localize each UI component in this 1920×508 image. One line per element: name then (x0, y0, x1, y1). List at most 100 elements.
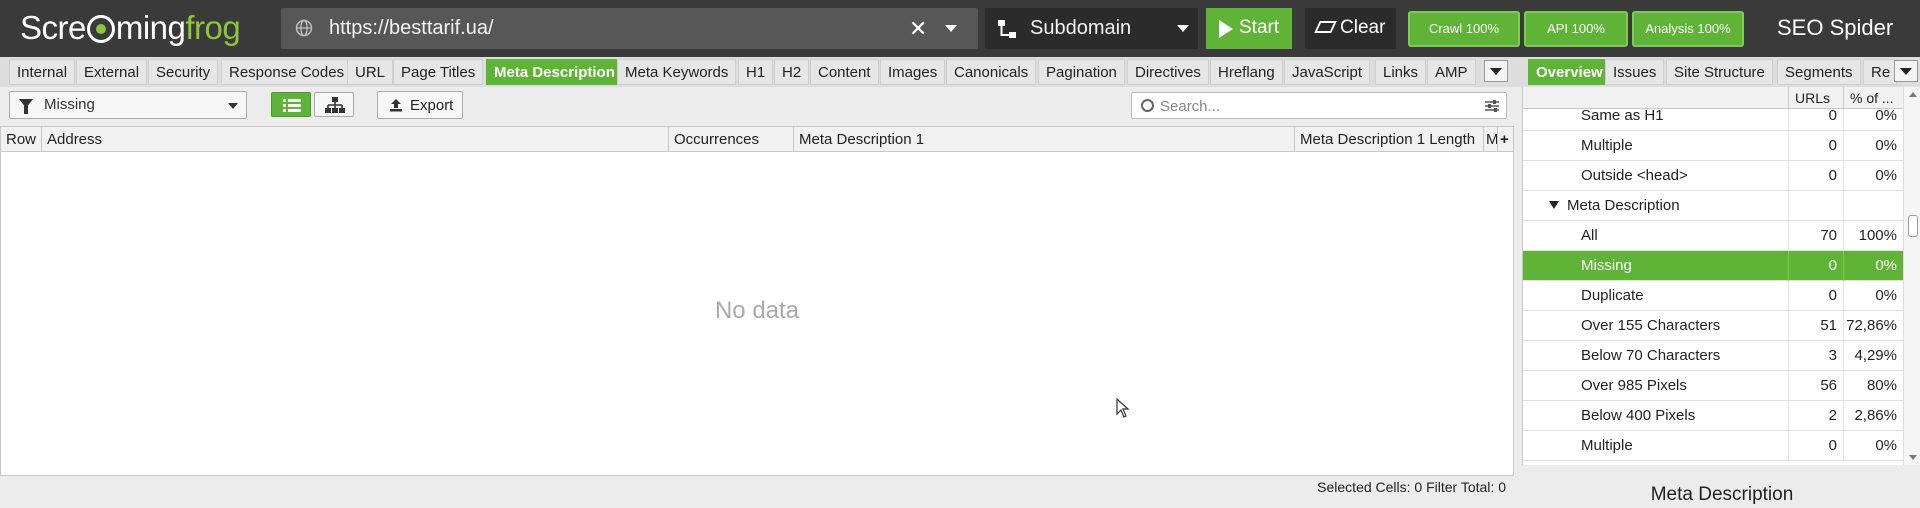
overview-row-text: Multiple (1581, 137, 1633, 154)
overview-row-urls (1789, 191, 1844, 221)
tab-internal[interactable]: Internal (9, 59, 76, 85)
overview-row-pct: 80% (1866, 377, 1897, 394)
chevron-down-icon (1177, 25, 1189, 32)
tab-content[interactable]: Content (810, 59, 879, 85)
table-header: Row Address Occurrences Meta Description… (1, 127, 1513, 152)
overview-row[interactable]: Below 70 Characters 3 4,29% (1523, 341, 1903, 371)
add-column-icon[interactable]: + (1498, 127, 1513, 152)
scroll-up-icon[interactable] (1909, 92, 1917, 97)
tab-overview[interactable]: Overview (1528, 59, 1611, 85)
start-label: Start (1239, 17, 1280, 38)
overview-row-urls: 0 (1789, 131, 1844, 161)
search-options-icon[interactable] (1484, 99, 1500, 113)
overview-col-urls[interactable]: URLs (1789, 87, 1844, 109)
overview-row-label: Multiple (1523, 131, 1789, 161)
scrollbar-thumb[interactable] (1908, 215, 1918, 237)
tab-hreflang[interactable]: Hreflang (1210, 59, 1283, 85)
results-table[interactable]: Row Address Occurrences Meta Description… (0, 126, 1514, 476)
column-header-address[interactable]: Address (42, 127, 669, 152)
tab-pagination[interactable]: Pagination (1038, 59, 1125, 85)
overview-row[interactable]: Over 155 Characters 51 72,86% (1523, 311, 1903, 341)
overview-footer-title: Meta Description (1650, 484, 1794, 505)
overview-row-pct: 0% (1875, 167, 1897, 184)
overview-panel: URLs % of ... Same as H1 0 0% Multiple 0 0% Ou… (1522, 87, 1920, 465)
overview-row[interactable]: Outside <head> 0 0% (1523, 161, 1903, 191)
overview-row[interactable]: Same as H1 0 0% (1523, 109, 1903, 131)
column-header-meta-description-1-length[interactable]: Meta Description 1 Length (1295, 127, 1484, 152)
tab-segments[interactable]: Segments (1777, 59, 1861, 85)
tab-url[interactable]: URL (347, 59, 394, 85)
overview-row-pct: 0% (1875, 437, 1897, 454)
product-name: SEO Spider (1777, 15, 1894, 40)
overview-col-pct[interactable]: % of ... (1844, 87, 1903, 109)
overview-row-text: Same as H1 (1581, 109, 1664, 124)
filter-select[interactable]: Missing (9, 91, 247, 119)
overview-row[interactable]: Multiple 0 0% (1523, 431, 1903, 461)
search-input[interactable] (1160, 96, 1460, 116)
crawl-mode-select[interactable]: Subdomain (985, 8, 1198, 49)
tab-external[interactable]: External (76, 59, 148, 85)
tab-meta-keywords[interactable]: Meta Keywords (617, 59, 737, 85)
tab-response-codes[interactable]: Response Codes (221, 59, 353, 85)
logo-text-start: Scre (20, 9, 86, 46)
export-button[interactable]: Export (377, 91, 463, 119)
overview-tree[interactable]: Same as H1 0 0% Multiple 0 0% Outside <head> 0 0… (1523, 109, 1903, 465)
overview-group-row[interactable]: Meta Description (1523, 191, 1903, 221)
clear-url-icon[interactable]: ✕ (909, 16, 927, 42)
overview-row-urls: 0 (1789, 251, 1844, 281)
overview-row-pct: 0% (1875, 287, 1897, 304)
tab-canonicals[interactable]: Canonicals (946, 59, 1037, 85)
overview-row-text: Meta Description (1567, 197, 1680, 214)
tab-h1[interactable]: H1 (738, 59, 774, 85)
crawl-progress-badge: Crawl 100% (1408, 11, 1520, 47)
search-box[interactable] (1131, 92, 1507, 119)
tab-site-structure[interactable]: Site Structure (1666, 59, 1773, 85)
expand-icon[interactable] (1549, 201, 1559, 209)
url-history-dropdown-icon[interactable] (945, 25, 957, 32)
top-bar: Scre mingfrog https://besttarif.ua/ ✕ Sub… (0, 0, 1920, 57)
column-header-row[interactable]: Row (1, 127, 42, 152)
play-icon (1219, 20, 1233, 38)
scroll-down-icon[interactable] (1909, 455, 1917, 460)
tab-page-titles[interactable]: Page Titles (393, 59, 484, 85)
url-input[interactable]: https://besttarif.ua/ (329, 17, 494, 40)
tab-h2[interactable]: H2 (774, 59, 810, 85)
column-header-truncated[interactable]: M (1484, 127, 1498, 152)
export-label: Export (410, 97, 454, 114)
tab-images[interactable]: Images (880, 59, 946, 85)
tab-links[interactable]: Links (1375, 59, 1427, 85)
column-header-meta-description-1[interactable]: Meta Description 1 (794, 127, 1295, 152)
table-toolbar: Missing Export (0, 87, 1516, 124)
tab-issues[interactable]: Issues (1605, 59, 1665, 85)
list-view-button[interactable] (271, 92, 311, 117)
tab-security[interactable]: Security (148, 59, 219, 85)
tab-meta-description[interactable]: Meta Description (486, 59, 623, 85)
url-bar[interactable]: https://besttarif.ua/ ✕ (281, 8, 978, 49)
overview-scrollbar[interactable] (1903, 87, 1920, 465)
column-header-occurrences[interactable]: Occurrences (669, 127, 794, 152)
tab-javascript[interactable]: JavaScript (1284, 59, 1371, 85)
frog-logo-icon (86, 15, 115, 43)
overview-row[interactable]: Over 985 Pixels 56 80% (1523, 371, 1903, 401)
overview-row[interactable]: All 70 100% (1523, 221, 1903, 251)
overview-row-pct: 0% (1875, 109, 1897, 124)
overview-row[interactable]: Below 400 Pixels 2 2,86% (1523, 401, 1903, 431)
tab-amp[interactable]: AMP (1427, 59, 1476, 85)
overview-row-urls: 2 (1789, 401, 1844, 431)
overview-row-text: Multiple (1581, 437, 1633, 454)
overview-row-urls: 0 (1789, 161, 1844, 191)
overview-row-text: Below 400 Pixels (1581, 407, 1696, 424)
overview-row[interactable]: Duplicate 0 0% (1523, 281, 1903, 311)
clear-button[interactable]: Clear (1305, 8, 1396, 49)
overview-row[interactable]: Multiple 0 0% (1523, 131, 1903, 161)
tab-reports[interactable]: Re (1863, 59, 1897, 85)
overview-row-urls: 0 (1789, 281, 1844, 311)
tab-directives[interactable]: Directives (1127, 59, 1209, 85)
start-button[interactable]: Start (1206, 8, 1292, 49)
overview-header: URLs % of ... (1523, 87, 1903, 109)
tree-view-button[interactable] (314, 92, 354, 117)
more-right-tabs-button[interactable] (1894, 60, 1918, 82)
more-tabs-button[interactable] (1484, 60, 1508, 82)
overview-row[interactable]: Missing 0 0% (1523, 251, 1903, 281)
overview-row-text: Duplicate (1581, 287, 1644, 304)
